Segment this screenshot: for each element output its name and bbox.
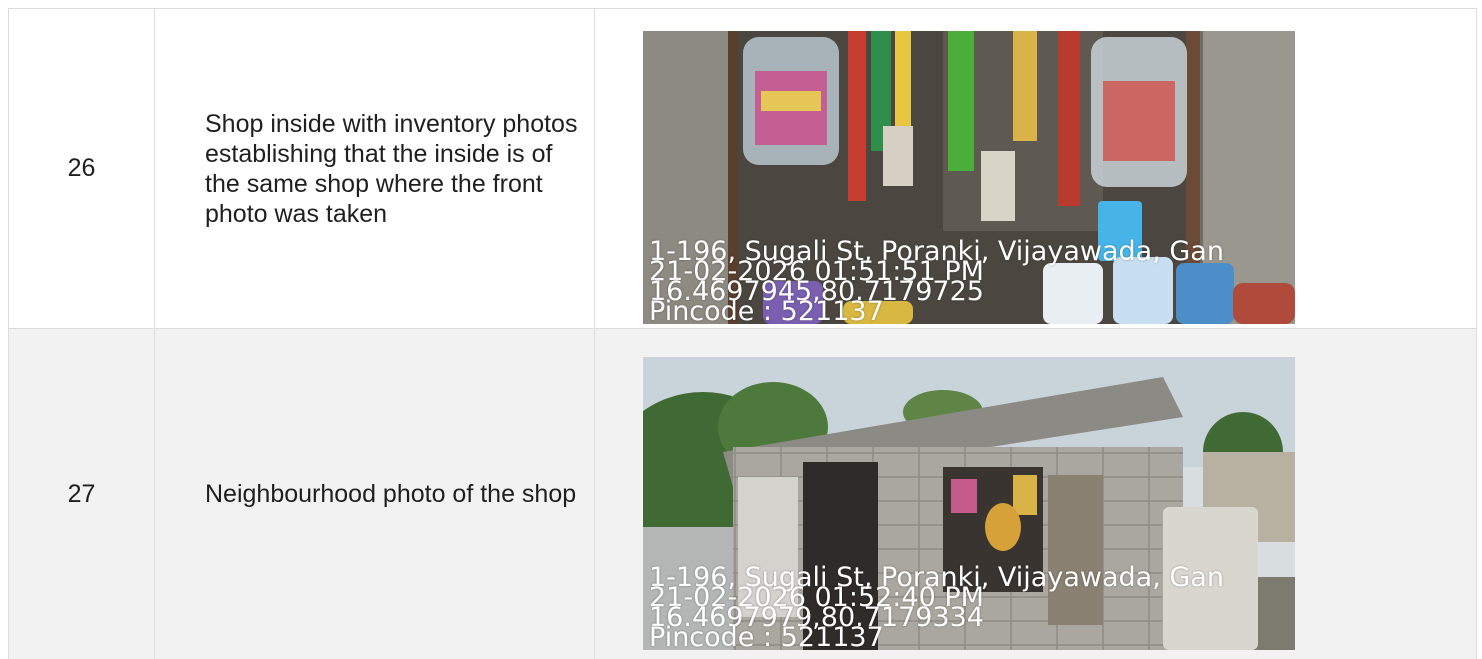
evidence-table: 26 Shop inside with inventory photos est… bbox=[8, 8, 1477, 659]
table-row: 27 Neighbourhood photo of the shop bbox=[9, 329, 1477, 659]
row-number: 26 bbox=[9, 9, 155, 329]
row-description: Shop inside with inventory photos establ… bbox=[155, 9, 595, 329]
geo-stamp: 1-196, Sugali St, Poranki, Vijayawada, G… bbox=[649, 568, 1224, 648]
shop-interior-photo[interactable]: 1-196, Sugali St, Poranki, Vijayawada, G… bbox=[643, 31, 1295, 324]
table-row: 26 Shop inside with inventory photos est… bbox=[9, 9, 1477, 329]
photo-cell: 1-196, Sugali St, Poranki, Vijayawada, G… bbox=[595, 329, 1477, 659]
shop-exterior-photo[interactable]: 1-196, Sugali St, Poranki, Vijayawada, G… bbox=[643, 357, 1295, 650]
photo-cell: 1-196, Sugali St, Poranki, Vijayawada, G… bbox=[595, 9, 1477, 329]
geo-stamp: 1-196, Sugali St, Poranki, Vijayawada, G… bbox=[649, 242, 1224, 322]
row-description: Neighbourhood photo of the shop bbox=[155, 329, 595, 659]
row-number: 27 bbox=[9, 329, 155, 659]
